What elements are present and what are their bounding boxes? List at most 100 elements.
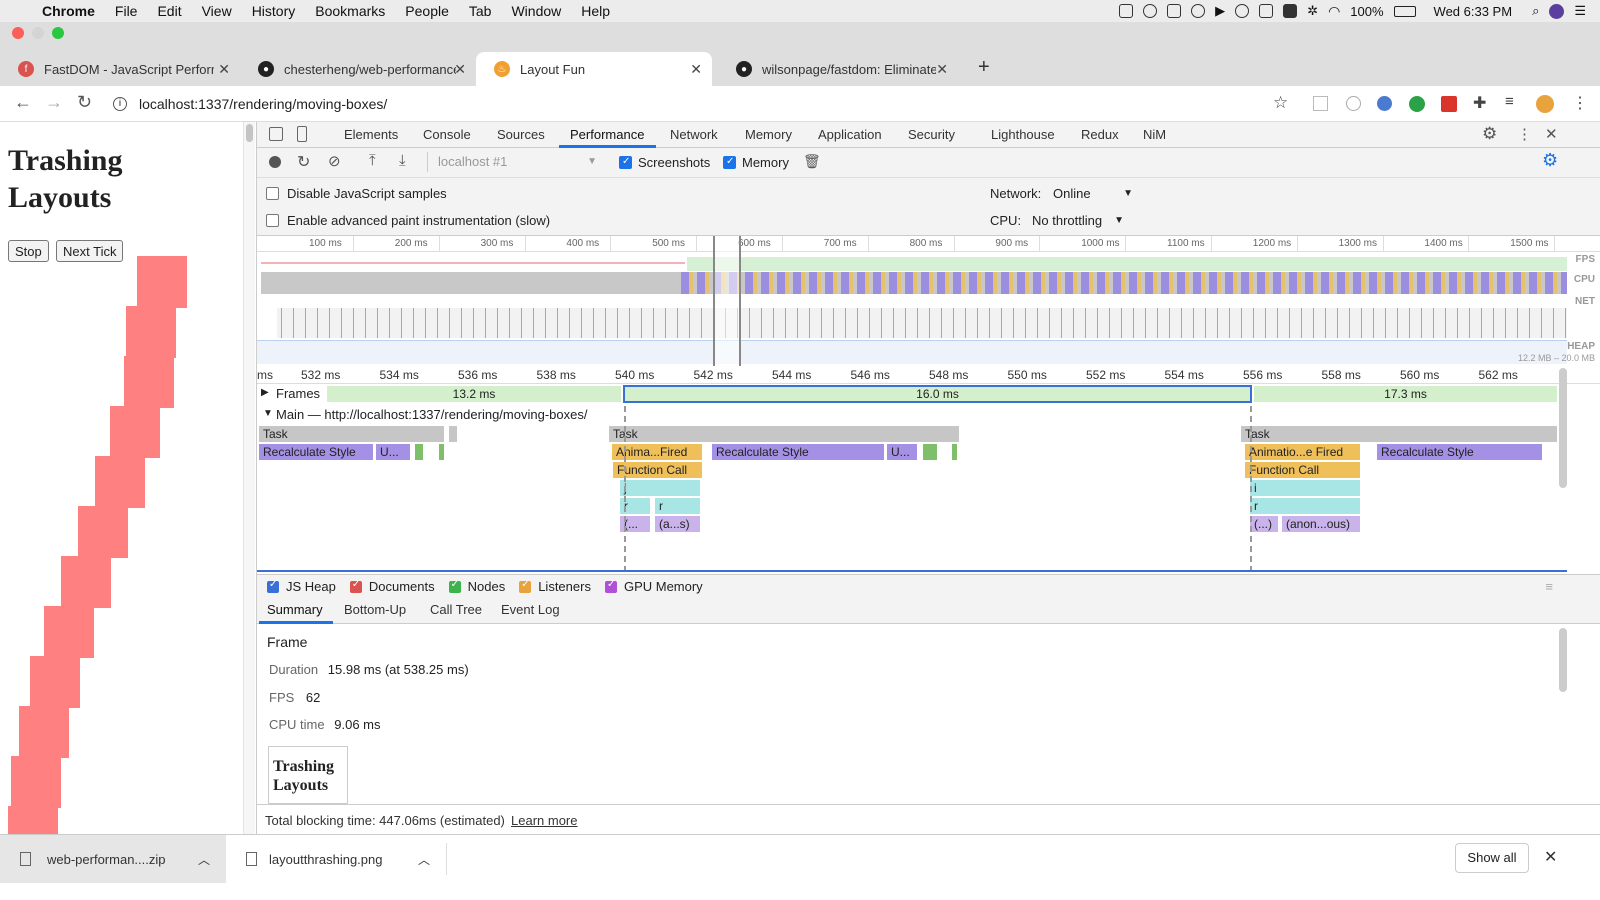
menu-app-name[interactable]: Chrome — [42, 3, 95, 19]
advanced-paint-checkbox[interactable]: Enable advanced paint instrumentation (s… — [266, 213, 550, 228]
window-close-button[interactable] — [12, 27, 24, 39]
function-call-event[interactable]: Function Call — [613, 462, 702, 478]
capture-settings-gear-icon[interactable]: ⚙ — [1542, 150, 1558, 171]
url-text[interactable]: localhost:1337/rendering/moving-boxes/ — [139, 96, 387, 112]
tab-lighthouse[interactable]: Lighthouse — [991, 127, 1055, 142]
wifi-icon[interactable]: ◠ — [1328, 3, 1340, 20]
paint-event[interactable] — [439, 444, 444, 460]
memory-checkbox[interactable]: Memory — [723, 155, 789, 170]
tab-nim[interactable]: NiM — [1143, 127, 1166, 142]
frames-expand-icon[interactable]: ▶ — [261, 387, 269, 398]
anonymous-call-event[interactable]: (a...s) — [655, 516, 700, 532]
frame-bar[interactable]: 13.2 ms — [327, 386, 621, 402]
screenshots-checkbox[interactable]: Screenshots — [619, 155, 710, 170]
function-call-event[interactable]: Function Call — [1245, 462, 1360, 478]
js-call-event[interactable]: i — [1250, 480, 1360, 496]
nodes-toggle[interactable]: Nodes — [448, 579, 505, 594]
record-icon[interactable] — [269, 156, 281, 168]
status-app-icon[interactable] — [1283, 4, 1298, 18]
flame-scrollbar[interactable] — [1559, 368, 1567, 488]
menu-tab[interactable]: Tab — [469, 3, 492, 19]
frame-screenshot-thumbnail[interactable]: Trashing Layouts — [268, 746, 348, 804]
tab-memory[interactable]: Memory — [745, 127, 792, 142]
device-toolbar-icon[interactable] — [297, 126, 307, 142]
task-event[interactable]: Task — [609, 426, 959, 442]
puzzle-extensions-icon[interactable]: ✚ — [1473, 93, 1486, 113]
extension-icon[interactable] — [1409, 96, 1425, 112]
back-arrow-icon[interactable]: ← — [14, 92, 32, 113]
close-tab-icon[interactable]: ✕ — [218, 61, 230, 78]
extension-icon[interactable] — [1313, 96, 1328, 111]
anonymous-call-event[interactable]: (...) — [1250, 516, 1278, 532]
download-profile-icon[interactable]: ⤓ — [399, 152, 406, 169]
profile-avatar-icon[interactable] — [1536, 95, 1554, 113]
overview-selection[interactable] — [713, 236, 741, 366]
menu-bookmarks[interactable]: Bookmarks — [315, 3, 385, 19]
battery-percent[interactable]: 100% — [1350, 4, 1383, 19]
recalculate-style-event[interactable]: Recalculate Style — [259, 444, 373, 460]
extension-icon[interactable] — [1441, 96, 1457, 112]
browser-tab[interactable]: f FastDOM - JavaScript Perform ✕ — [0, 52, 240, 86]
paint-event[interactable] — [415, 444, 423, 460]
new-tab-button[interactable]: + — [978, 56, 990, 79]
tab-event-log[interactable]: Event Log — [501, 602, 560, 617]
tab-security[interactable]: Security — [908, 127, 955, 142]
browser-tab-active[interactable]: ♨ Layout Fun ✕ — [476, 52, 712, 86]
download-item[interactable]: layoutthrashing.png ︿ — [230, 835, 446, 883]
clock[interactable]: Wed 6:33 PM — [1434, 4, 1513, 19]
tab-application[interactable]: Application — [818, 127, 882, 142]
settings-gear-icon[interactable]: ⚙ — [1482, 124, 1497, 144]
menu-history[interactable]: History — [252, 3, 296, 19]
chevron-up-icon[interactable]: ︿ — [418, 851, 430, 868]
menu-people[interactable]: People — [405, 3, 449, 19]
resize-handle-icon[interactable]: ≡ — [1545, 579, 1553, 594]
js-heap-toggle[interactable]: JS Heap — [267, 579, 336, 594]
paint-event[interactable] — [923, 444, 937, 460]
network-throttle-select[interactable]: Online ▼ — [1053, 186, 1133, 201]
task-event[interactable]: Task — [1241, 426, 1557, 442]
gpu-memory-toggle[interactable]: GPU Memory — [604, 579, 703, 594]
update-layer-tree-event[interactable]: U... — [376, 444, 410, 460]
tab-bottom-up[interactable]: Bottom-Up — [344, 602, 406, 617]
status-app-icon[interactable] — [1259, 4, 1274, 18]
tab-sources[interactable]: Sources — [497, 127, 545, 142]
garbage-collect-icon[interactable]: 🗑 — [803, 153, 821, 170]
cpu-throttle-select[interactable]: No throttling ▼ — [1032, 213, 1124, 228]
frame-bar[interactable]: 17.3 ms — [1254, 386, 1557, 402]
window-zoom-button[interactable] — [52, 27, 64, 39]
recalculate-style-event[interactable]: Recalculate Style — [1377, 444, 1542, 460]
info-icon[interactable]: i — [113, 97, 127, 111]
close-tab-icon[interactable]: ✕ — [936, 61, 948, 78]
forward-arrow-icon[interactable]: → — [45, 92, 63, 113]
reload-icon[interactable]: ↻ — [77, 92, 92, 113]
paint-event[interactable] — [952, 444, 957, 460]
learn-more-link[interactable]: Learn more — [511, 813, 577, 828]
animation-frame-fired-event[interactable]: Animatio...e Fired — [1245, 444, 1360, 460]
frame-bar-selected[interactable]: 16.0 ms — [623, 385, 1252, 403]
tab-redux[interactable]: Redux — [1081, 127, 1119, 142]
status-app-icon[interactable] — [1235, 4, 1250, 18]
status-app-icon[interactable] — [1167, 4, 1182, 18]
chrome-menu-icon[interactable]: ⋮ — [1572, 93, 1588, 113]
tab-elements[interactable]: Elements — [344, 127, 398, 142]
target-select[interactable]: localhost #1 ▼ — [427, 152, 603, 172]
more-options-icon[interactable]: ⋮ — [1517, 125, 1532, 143]
documents-toggle[interactable]: Documents — [349, 579, 435, 594]
status-app-icon[interactable] — [1191, 4, 1206, 18]
tab-call-tree[interactable]: Call Tree — [430, 602, 482, 617]
close-tab-icon[interactable]: ✕ — [454, 61, 466, 78]
clear-icon[interactable]: ⊘ — [328, 152, 341, 170]
status-app-icon[interactable] — [1143, 4, 1158, 18]
notification-center-icon[interactable]: ☰ — [1574, 3, 1586, 19]
inspect-element-icon[interactable] — [269, 127, 283, 141]
menu-help[interactable]: Help — [581, 3, 610, 19]
tab-network[interactable]: Network — [670, 127, 718, 142]
menu-view[interactable]: View — [202, 3, 232, 19]
menu-file[interactable]: File — [115, 3, 138, 19]
browser-tab[interactable]: ● chesterheng/web-performance ✕ — [240, 52, 476, 86]
timeline-overview[interactable]: 100 ms 200 ms 300 ms 400 ms 500 ms 600 ms 700 … — [257, 236, 1600, 366]
task-event[interactable]: Task — [259, 426, 444, 442]
battery-icon[interactable] — [1393, 5, 1416, 17]
close-shelf-icon[interactable]: ✕ — [1544, 847, 1557, 867]
menu-edit[interactable]: Edit — [157, 3, 181, 19]
